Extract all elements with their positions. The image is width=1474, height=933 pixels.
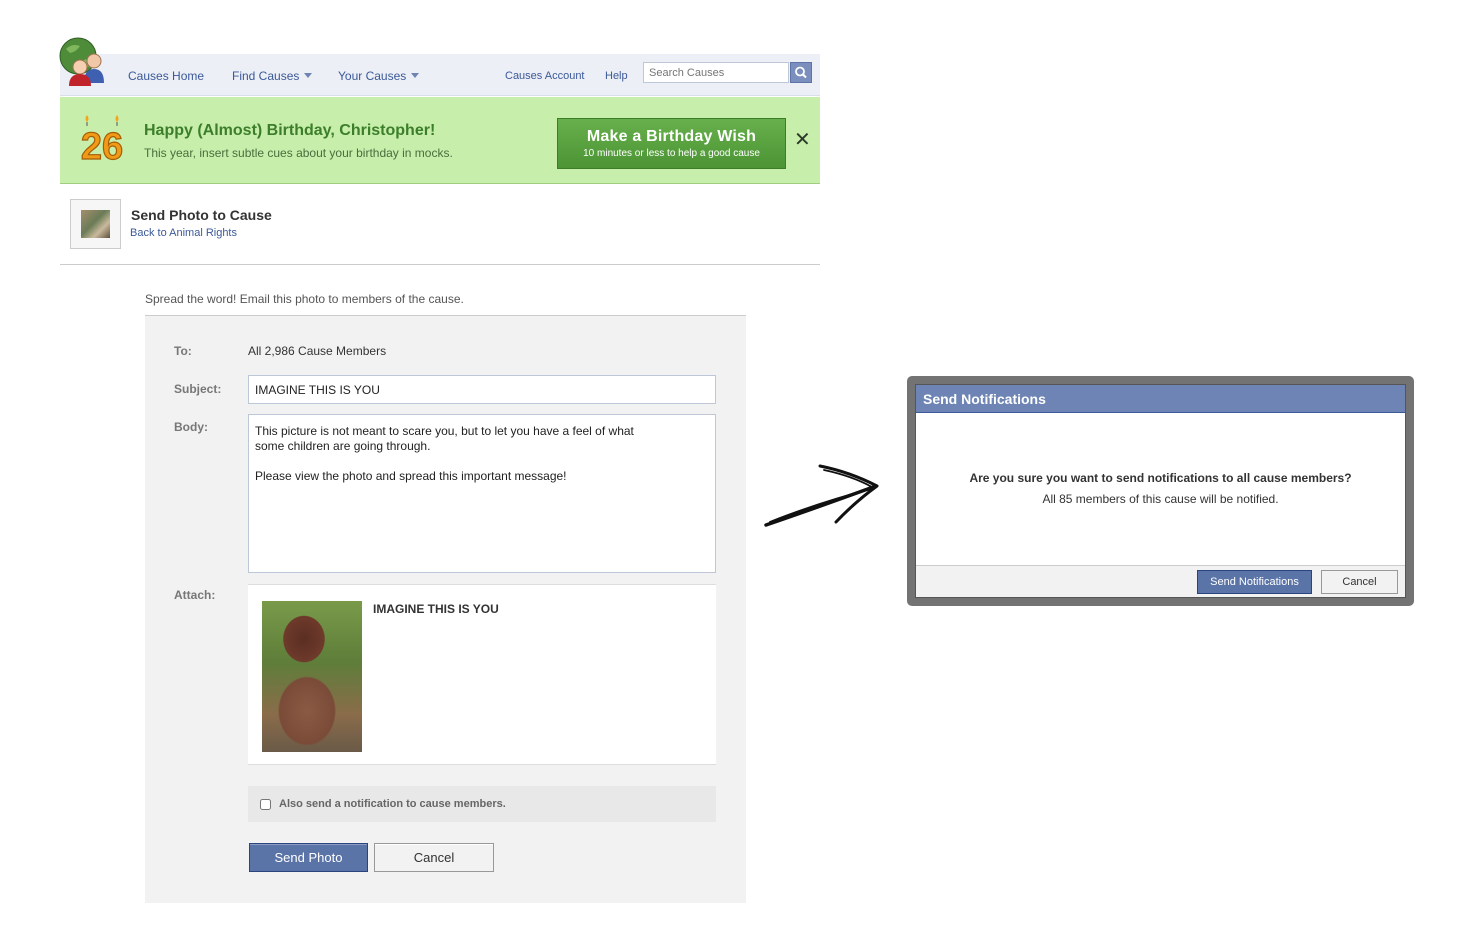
- causes-logo[interactable]: [58, 37, 110, 87]
- top-navbar: Causes Home Find Causes Your Causes Caus…: [60, 54, 820, 96]
- birthday-candles-icon: 26: [80, 115, 124, 161]
- to-label: To:: [174, 344, 192, 358]
- search-input[interactable]: [643, 62, 789, 83]
- nav-causes-account[interactable]: Causes Account: [505, 70, 585, 82]
- subject-input[interactable]: [248, 375, 716, 404]
- dialog-footer: Send Notifications Cancel: [916, 565, 1405, 597]
- back-link[interactable]: Back to Animal Rights: [130, 227, 237, 239]
- body-textarea[interactable]: This picture is not meant to scare you, …: [248, 414, 716, 573]
- dialog-cancel-button[interactable]: Cancel: [1321, 570, 1398, 594]
- make-birthday-wish-button[interactable]: Make a Birthday Wish 10 minutes or less …: [557, 118, 786, 169]
- dialog-question: Are you sure you want to send notificati…: [969, 471, 1352, 485]
- attachment-title: IMAGINE THIS IS YOU: [373, 602, 499, 616]
- cause-thumbnail[interactable]: [70, 199, 121, 249]
- send-photo-form: To: All 2,986 Cause Members Subject: Bod…: [145, 315, 746, 903]
- nav-your-causes[interactable]: Your Causes: [338, 69, 420, 83]
- intro-text: Spread the word! Email this photo to mem…: [145, 292, 464, 306]
- close-icon[interactable]: ✕: [794, 130, 811, 150]
- birthday-title: Happy (Almost) Birthday, Christopher!: [144, 122, 436, 139]
- hand-drawn-arrow-icon: [764, 464, 879, 527]
- cause-thumbnail-image: [81, 210, 110, 238]
- wish-button-label: Make a Birthday Wish: [586, 128, 757, 145]
- chevron-down-icon: [411, 73, 420, 78]
- header-divider: [60, 264, 820, 265]
- send-notifications-dialog: Send Notifications Are you sure you want…: [907, 376, 1414, 606]
- attach-label: Attach:: [174, 588, 216, 602]
- chevron-down-icon: [304, 73, 313, 78]
- nav-causes-home[interactable]: Causes Home: [128, 69, 204, 83]
- attached-photo[interactable]: [262, 601, 362, 752]
- search-button[interactable]: [790, 62, 812, 83]
- nav-find-causes-label: Find Causes: [232, 69, 300, 83]
- page-title: Send Photo to Cause: [131, 207, 272, 223]
- wish-button-sublabel: 10 minutes or less to help a good cause: [583, 148, 760, 159]
- attachment-preview: IMAGINE THIS IS YOU: [248, 584, 716, 765]
- notify-label[interactable]: Also send a notification to cause member…: [279, 798, 506, 810]
- nav-find-causes[interactable]: Find Causes: [232, 69, 313, 83]
- send-notifications-button[interactable]: Send Notifications: [1197, 570, 1312, 594]
- subject-label: Subject:: [174, 382, 222, 396]
- search-icon: [795, 66, 807, 79]
- dialog-detail: All 85 members of this cause will be not…: [1042, 492, 1279, 506]
- birthday-age: 26: [81, 126, 123, 161]
- dialog-body: Send Notifications Are you sure you want…: [915, 384, 1406, 598]
- notify-checkbox[interactable]: [260, 799, 271, 810]
- nav-help[interactable]: Help: [605, 70, 628, 82]
- send-photo-button[interactable]: Send Photo: [249, 843, 368, 872]
- notify-option: Also send a notification to cause member…: [248, 786, 716, 822]
- birthday-banner: 26 Happy (Almost) Birthday, Christopher!…: [60, 97, 820, 184]
- body-label: Body:: [174, 420, 208, 434]
- birthday-subtitle: This year, insert subtle cues about your…: [144, 146, 453, 160]
- cancel-button[interactable]: Cancel: [374, 843, 494, 872]
- nav-your-causes-label: Your Causes: [338, 69, 407, 83]
- dialog-title: Send Notifications: [916, 385, 1405, 413]
- to-value: All 2,986 Cause Members: [248, 344, 387, 358]
- causes-globe-people-icon: [59, 37, 104, 86]
